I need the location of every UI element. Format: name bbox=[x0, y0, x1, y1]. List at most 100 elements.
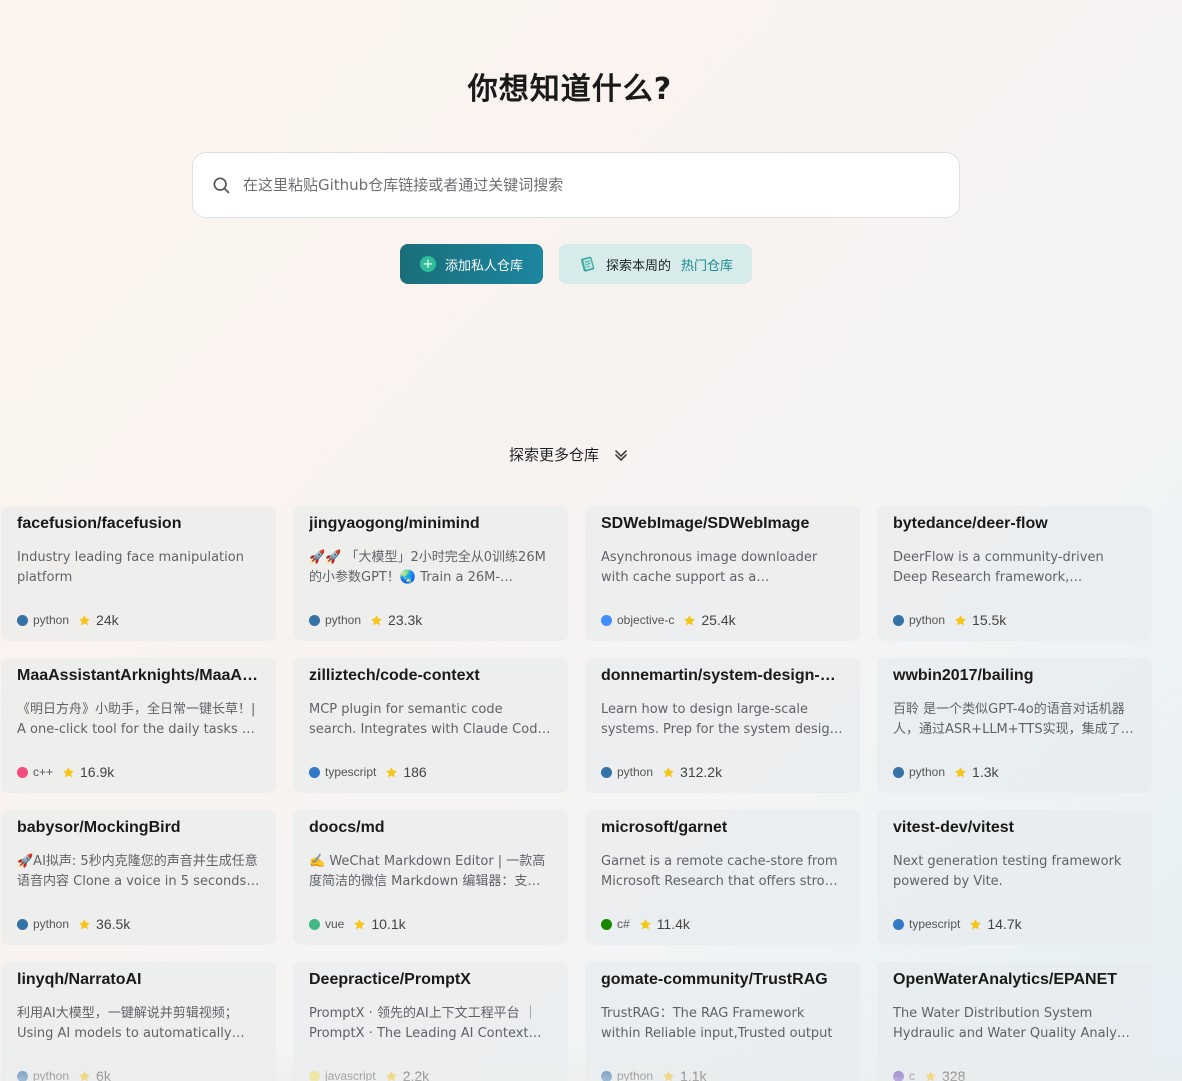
search-input[interactable] bbox=[243, 176, 923, 194]
search-icon bbox=[213, 177, 230, 194]
repo-stars: 312.2k bbox=[680, 764, 723, 780]
repo-stars: 11.4k bbox=[656, 916, 690, 932]
star-icon bbox=[955, 766, 966, 777]
repo-name[interactable]: babysor/MockingBird bbox=[17, 820, 260, 836]
repo-name[interactable]: gomate-community/TrustRAG bbox=[601, 972, 844, 988]
repo-name[interactable]: OpenWaterAnalytics/EPANET bbox=[893, 972, 1136, 988]
repo-description: Garnet is a remote cache-store from Micr… bbox=[601, 854, 842, 889]
repo-language: vue bbox=[325, 917, 345, 931]
explore-weekly-label: 探索本周的 bbox=[605, 258, 671, 274]
repo-stars: 10.1k bbox=[371, 916, 406, 932]
repo-meta: objective-c 25.4k bbox=[601, 612, 736, 628]
star-icon bbox=[79, 614, 90, 625]
search-box[interactable] bbox=[192, 152, 960, 218]
repo-language: javascript bbox=[325, 1069, 376, 1081]
repo-stars: 14.7k bbox=[987, 916, 1022, 932]
language-dot-icon bbox=[17, 614, 28, 626]
repo-card[interactable]: bytedance/deer-flow DeerFlow is a commun… bbox=[877, 506, 1152, 641]
chevron-double-down-icon bbox=[615, 449, 627, 461]
language-dot-icon bbox=[601, 918, 612, 930]
repo-stars: 23.3k bbox=[388, 612, 423, 628]
repo-name[interactable]: Deepractice/PromptX bbox=[309, 972, 552, 988]
add-private-repo-button[interactable]: + 添加私人仓库 bbox=[400, 244, 543, 284]
repo-card[interactable]: OpenWaterAnalytics/EPANET The Water Dist… bbox=[877, 962, 1152, 1081]
star-icon bbox=[955, 614, 966, 625]
language-dot-icon bbox=[601, 766, 612, 778]
repo-meta: c# 11.4k bbox=[601, 916, 690, 932]
star-icon bbox=[79, 1070, 90, 1081]
repo-stars: 36.5k bbox=[96, 916, 131, 932]
repo-description: 🚀🚀 「大模型」2小时完全从0训练26M的小参数GPT！🌏 Train a 26… bbox=[309, 550, 546, 585]
repo-name[interactable]: linyqh/NarratoAI bbox=[17, 972, 260, 988]
repo-card[interactable]: zilliztech/code-context MCP plugin for s… bbox=[293, 658, 568, 793]
star-icon bbox=[684, 614, 696, 625]
repo-card[interactable]: microsoft/garnet Garnet is a remote cach… bbox=[585, 810, 860, 945]
repo-card[interactable]: linyqh/NarratoAI 利用AI大模型，一键解说并剪辑视频；Using… bbox=[1, 962, 276, 1081]
repo-card[interactable]: babysor/MockingBird 🚀AI拟声: 5秒内克隆您的声音并生成任… bbox=[1, 810, 276, 945]
star-icon bbox=[970, 918, 982, 929]
repo-name[interactable]: jingyaogong/minimind bbox=[309, 516, 552, 532]
repo-name[interactable]: MaaAssistantArknights/MaaAssistantArknig… bbox=[17, 668, 260, 684]
repo-meta: typescript 14.7k bbox=[893, 916, 1022, 932]
repo-meta: python 312.2k bbox=[601, 764, 722, 780]
repo-name[interactable]: wwbin2017/bailing bbox=[893, 668, 1136, 684]
language-dot-icon bbox=[893, 1070, 904, 1081]
repo-card[interactable]: facefusion/facefusion Industry leading f… bbox=[1, 506, 276, 641]
language-dot-icon bbox=[309, 1070, 320, 1081]
repo-card[interactable]: Deepractice/PromptX PromptX · 领先的AI上下文工程… bbox=[293, 962, 568, 1081]
repo-language: python bbox=[325, 613, 362, 627]
repo-language: python bbox=[33, 1069, 70, 1081]
repo-language: objective-c bbox=[617, 613, 675, 627]
repo-meta: javascript 2.2k bbox=[309, 1068, 429, 1081]
repo-meta: python 1.3k bbox=[893, 764, 999, 780]
repo-card[interactable]: SDWebImage/SDWebImage Asynchronous image… bbox=[585, 506, 860, 641]
repo-meta: typescript 186 bbox=[309, 764, 427, 780]
repo-meta: python 1.1k bbox=[601, 1068, 707, 1081]
repo-name[interactable]: facefusion/facefusion bbox=[17, 516, 260, 532]
repo-card[interactable]: doocs/md ✍️ WeChat Markdown Editor | 一款高… bbox=[293, 810, 568, 945]
repo-stars: 1.3k bbox=[972, 764, 999, 780]
repo-card[interactable]: vitest-dev/vitest Next generation testin… bbox=[877, 810, 1152, 945]
repo-card[interactable]: donnemartin/system-design-primer Learn h… bbox=[585, 658, 860, 793]
repo-card[interactable]: MaaAssistantArknights/MaaAssistantArknig… bbox=[1, 658, 276, 793]
repo-stars: 1.1k bbox=[680, 1068, 707, 1081]
repo-name[interactable]: doocs/md bbox=[309, 820, 552, 836]
repo-language: c# bbox=[617, 917, 630, 931]
repo-meta: vue 10.1k bbox=[309, 916, 406, 932]
repo-description: ✍️ WeChat Markdown Editor | 一款高度简洁的微信 Ma… bbox=[309, 854, 546, 889]
repo-stars: 186 bbox=[403, 764, 427, 780]
repo-name[interactable]: bytedance/deer-flow bbox=[893, 516, 1136, 532]
language-dot-icon bbox=[601, 614, 612, 626]
repo-name[interactable]: microsoft/garnet bbox=[601, 820, 844, 836]
repo-stars: 15.5k bbox=[972, 612, 1007, 628]
explore-more-label: 探索更多仓库 bbox=[509, 446, 600, 464]
explore-weekly-hot-button[interactable]: 探索本周的 热门仓库 bbox=[559, 244, 752, 284]
repo-language: typescript bbox=[325, 765, 377, 779]
repo-name[interactable]: vitest-dev/vitest bbox=[893, 820, 1136, 836]
repo-description: MCP plugin for semantic code search. Int… bbox=[309, 702, 546, 737]
repo-name[interactable]: SDWebImage/SDWebImage bbox=[601, 516, 844, 532]
language-dot-icon bbox=[309, 766, 320, 778]
repo-name[interactable]: donnemartin/system-design-primer bbox=[601, 668, 844, 684]
star-icon bbox=[386, 766, 398, 777]
repo-language: python bbox=[33, 917, 70, 931]
repo-stars: 25.4k bbox=[701, 612, 736, 628]
hot-repos-label: 热门仓库 bbox=[681, 258, 734, 274]
repo-card[interactable]: jingyaogong/minimind 🚀🚀 「大模型」2小时完全从0训练26… bbox=[293, 506, 568, 641]
repo-name[interactable]: zilliztech/code-context bbox=[309, 668, 552, 684]
plus-circle-icon: + bbox=[419, 256, 436, 272]
repo-meta: c++ 16.9k bbox=[17, 764, 114, 780]
book-icon bbox=[580, 256, 595, 272]
repo-card[interactable]: gomate-community/TrustRAG TrustRAG：The R… bbox=[585, 962, 860, 1081]
repo-meta: python 6k bbox=[17, 1068, 111, 1081]
repo-language: c++ bbox=[33, 765, 54, 779]
repo-card[interactable]: wwbin2017/bailing 百聆 是一个类似GPT-4o的语音对话机器人… bbox=[877, 658, 1152, 793]
language-dot-icon bbox=[17, 766, 28, 778]
repo-language: python bbox=[33, 613, 70, 627]
repo-language: typescript bbox=[909, 917, 961, 931]
repo-meta: python 23.3k bbox=[309, 612, 422, 628]
repo-description: TrustRAG：The RAG Framework within Reliab… bbox=[601, 1006, 833, 1041]
explore-more-toggle[interactable]: 探索更多仓库 bbox=[509, 444, 629, 465]
repo-meta: python 24k bbox=[17, 612, 119, 628]
repo-stars: 6k bbox=[96, 1068, 111, 1081]
